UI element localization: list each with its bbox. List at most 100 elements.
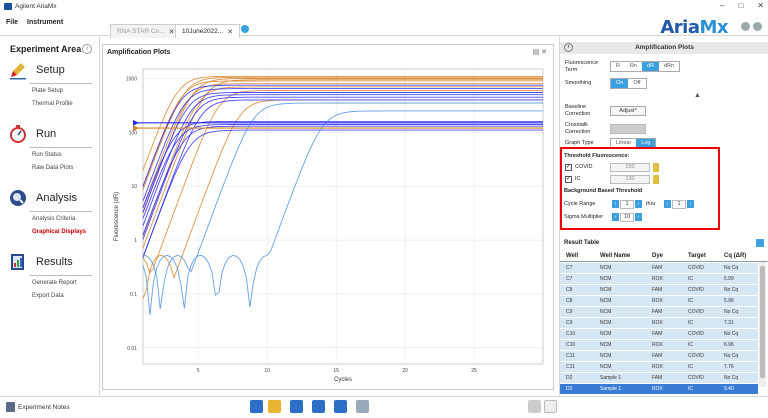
table-cell: NCM — [600, 331, 612, 337]
sidebar-item-generate-report[interactable]: Generate Report — [32, 280, 77, 286]
table-options-icon[interactable] — [756, 239, 764, 247]
col-cq[interactable]: Cq (ΔR) — [724, 253, 746, 259]
dot-icon[interactable] — [356, 400, 369, 413]
table-cell: Sample 1 — [600, 375, 622, 381]
table-row[interactable]: C9 NCM ROX IC 7.31 — [560, 318, 758, 329]
cycle-from-input[interactable]: 1 — [620, 200, 634, 209]
menu-instrument[interactable]: Instrument — [27, 19, 63, 26]
ic-checkbox[interactable]: ✓ — [565, 176, 572, 183]
close-tab-icon[interactable]: ✕ — [227, 28, 233, 36]
title-bar: Agilent AriaMx – □ ✕ — [0, 0, 768, 12]
cycle-from-increment[interactable]: › — [635, 200, 642, 208]
table-cell: No Cq — [724, 287, 739, 293]
sidebar-item-plate-setup[interactable]: Plate Setup — [32, 88, 63, 94]
expand-up-icon[interactable] — [544, 400, 557, 413]
close-icon[interactable]: ✕ — [757, 1, 764, 10]
table-cell: IC — [688, 276, 693, 282]
cycle-to-decrement[interactable]: ‹ — [664, 200, 671, 208]
table-row[interactable]: D2 Sample 1 FAM COVID No Cq — [560, 373, 758, 384]
collapse-sidebar-icon[interactable]: ‹ — [82, 44, 92, 54]
option-r[interactable]: R — [611, 62, 625, 71]
experiment-notes-button[interactable]: Experiment Notes — [18, 404, 70, 411]
minimize-icon[interactable]: – — [720, 1, 724, 10]
ic-threshold-input[interactable]: 120 — [610, 175, 650, 184]
col-well[interactable]: Well — [566, 253, 578, 259]
sidebar-item-thermal-profile[interactable]: Thermal Profile — [32, 101, 73, 107]
section-analysis[interactable]: Analysis — [8, 188, 77, 208]
home-icon[interactable] — [741, 22, 750, 31]
smoothing-off[interactable]: Off — [628, 79, 646, 88]
table-row[interactable]: C8 NCM FAM COVID No Cq — [560, 285, 758, 296]
add-tab-icon[interactable] — [241, 25, 249, 33]
cycle-to-input[interactable]: 1 — [672, 200, 686, 209]
copy-icon[interactable] — [528, 400, 541, 413]
layout-icon[interactable] — [312, 400, 325, 413]
col-target[interactable]: Target — [688, 253, 706, 259]
tab-rna-star[interactable]: RNA STAR Co... ✕ — [110, 24, 182, 38]
option-dr[interactable]: dR — [642, 62, 660, 71]
smoothing-on[interactable]: On — [611, 79, 629, 88]
plot-menu-icon[interactable]: ▤ ✕ — [533, 48, 547, 56]
close-tab-icon[interactable]: ✕ — [169, 28, 175, 36]
amplification-chart[interactable]: 1000 100 10 1 0.1 0.01 5 10 15 20 25 Cycles Fluore… — [103, 59, 553, 389]
collapse-up-icon[interactable]: ▲ — [694, 92, 701, 99]
sidebar-item-run-status[interactable]: Run Status — [32, 152, 62, 158]
sidebar-item-export-data[interactable]: Export Data — [32, 293, 64, 299]
table-row[interactable]: C7 NCM FAM COVID No Cq — [560, 263, 758, 274]
col-well-name[interactable]: Well Name — [600, 253, 630, 259]
covid-checkbox[interactable]: ✓ — [565, 164, 572, 171]
option-rn[interactable]: Rn — [624, 62, 643, 71]
adjust-button[interactable]: Adjust* — [610, 106, 646, 116]
covid-threshold-input[interactable]: 150 — [610, 163, 650, 172]
table-vertical-scrollbar[interactable] — [759, 262, 766, 387]
table-cell: D2 — [566, 375, 573, 381]
settings-icon[interactable] — [753, 22, 762, 31]
table-cell: No Cq — [724, 375, 739, 381]
lock-icon[interactable] — [653, 175, 659, 184]
notes-icon — [6, 402, 15, 412]
table-row[interactable]: D2 Sample 1 ROX IC 9.40 — [560, 384, 758, 395]
table-row[interactable]: C9 NCM FAM COVID No Cq — [560, 307, 758, 318]
back-icon[interactable]: › — [564, 43, 573, 52]
table-row[interactable]: C10 NCM FAM COVID No Cq — [560, 329, 758, 340]
cycle-to-increment[interactable]: › — [687, 200, 694, 208]
sigma-increment[interactable]: › — [635, 213, 642, 221]
sidebar-item-raw-data-plots[interactable]: Raw Data Plots — [32, 165, 73, 171]
cycle-from-decrement[interactable]: ‹ — [612, 200, 619, 208]
well-grid-icon[interactable] — [290, 400, 303, 413]
x-tick-label: 10 — [264, 368, 270, 374]
lock-icon[interactable] — [653, 163, 659, 172]
maximize-icon[interactable]: □ — [738, 1, 743, 10]
section-run[interactable]: Run — [8, 124, 56, 144]
table-cell: COVID — [688, 287, 704, 293]
smoothing-label: Smoothing — [565, 80, 592, 86]
table-row[interactable]: C7 NCM ROX IC 5.99 — [560, 274, 758, 285]
table-row[interactable]: C11 NCM FAM COVID No Cq — [560, 351, 758, 362]
section-setup[interactable]: Setup — [8, 60, 65, 80]
plot-type-icon[interactable] — [250, 400, 263, 413]
y-tick-label: 10 — [131, 184, 137, 190]
table-row[interactable]: C11 NCM ROX IC 7.76 — [560, 362, 758, 373]
table-row[interactable]: C8 NCM ROX IC 5.96 — [560, 296, 758, 307]
warning-icon[interactable] — [268, 400, 281, 413]
section-results[interactable]: Results — [8, 252, 73, 272]
sidebar-item-analysis-criteria[interactable]: Analysis Criteria — [32, 216, 75, 222]
thru-label: thru — [646, 201, 656, 207]
table-cell: NCM — [600, 298, 612, 304]
x-tick-label: 15 — [333, 368, 339, 374]
fluorescence-term-toggle[interactable]: R Rn dR dRn — [610, 61, 681, 72]
tab-10june2022[interactable]: 10June2022... ✕ — [175, 24, 241, 38]
option-drn[interactable]: dRn — [659, 62, 680, 71]
table-cell: IC — [688, 386, 693, 392]
col-dye[interactable]: Dye — [652, 253, 663, 259]
sigma-decrement[interactable]: ‹ — [612, 213, 619, 221]
sigma-input[interactable]: 10 — [620, 213, 634, 222]
menu-file[interactable]: File — [6, 19, 18, 26]
sidebar-item-graphical-displays[interactable]: Graphical Displays — [32, 229, 86, 235]
table-cell: ROX — [652, 364, 663, 370]
table-cell: ROX — [652, 276, 663, 282]
zoom-icon[interactable] — [334, 400, 347, 413]
smoothing-toggle[interactable]: On Off — [610, 78, 647, 89]
table-row[interactable]: C10 NCM ROX IC 6.96 — [560, 340, 758, 351]
table-cell: NCM — [600, 342, 612, 348]
